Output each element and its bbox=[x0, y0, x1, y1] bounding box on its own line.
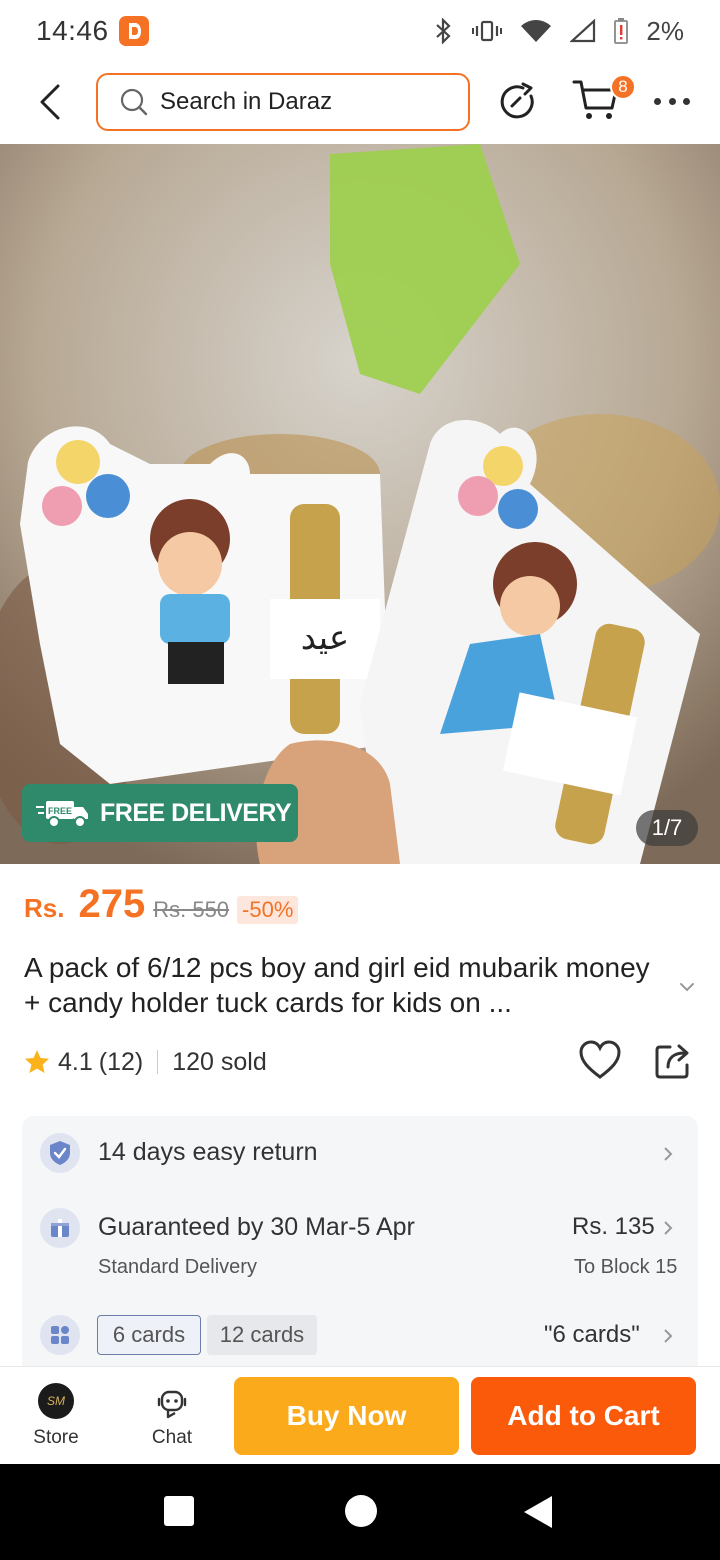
image-counter: 1/7 bbox=[636, 810, 698, 846]
home-button[interactable] bbox=[345, 1495, 377, 1527]
expand-title-button[interactable] bbox=[676, 976, 698, 998]
shield-icon bbox=[40, 1133, 80, 1173]
chevron-right-icon[interactable] bbox=[660, 1327, 676, 1345]
share-icon bbox=[655, 1044, 689, 1079]
chevron-left-icon bbox=[40, 84, 60, 120]
status-bar: 14:46 2% bbox=[0, 0, 720, 62]
buy-now-button[interactable]: Buy Now bbox=[234, 1377, 459, 1455]
history-button[interactable] bbox=[498, 82, 538, 122]
variant-option-12-cards[interactable]: 12 cards bbox=[207, 1315, 317, 1355]
product-image-carousel[interactable]: عيد FREE FREE DELIVERY 1/7 bbox=[0, 144, 720, 864]
variant-option-6-cards[interactable]: 6 cards bbox=[97, 1315, 201, 1355]
more-dot-icon bbox=[668, 97, 676, 105]
cart-badge: 8 bbox=[610, 74, 636, 100]
chevron-down-icon bbox=[680, 983, 694, 992]
discount-badge: -50% bbox=[237, 896, 299, 924]
original-price: Rs. 550 bbox=[153, 897, 230, 922]
battery-icon bbox=[614, 18, 629, 44]
free-delivery-badge: FREE FREE DELIVERY bbox=[22, 784, 298, 842]
product-title: A pack of 6/12 pcs boy and girl eid muba… bbox=[24, 952, 650, 1018]
chat-button[interactable]: Chat bbox=[132, 1375, 212, 1459]
signal-icon bbox=[570, 19, 596, 43]
rating-value: 4.1 bbox=[58, 1047, 93, 1076]
android-navigation-bar bbox=[0, 1464, 720, 1560]
daraz-app-icon bbox=[118, 16, 149, 46]
variants-grid-icon bbox=[40, 1315, 80, 1355]
delivery-price: Rs. 135 bbox=[572, 1213, 655, 1240]
delivery-box-icon bbox=[40, 1208, 80, 1248]
vibrate-icon bbox=[472, 20, 503, 42]
add-to-cart-button[interactable]: Add to Cart bbox=[471, 1377, 696, 1455]
delivery-type: Standard Delivery bbox=[98, 1256, 257, 1278]
delivery-location[interactable]: To Block 15 bbox=[574, 1256, 677, 1279]
chevron-right-icon[interactable] bbox=[660, 1145, 676, 1163]
svg-text:عيد: عيد bbox=[301, 618, 349, 658]
share-button[interactable] bbox=[654, 1042, 692, 1080]
more-dot-icon bbox=[683, 97, 690, 105]
star-icon bbox=[25, 1050, 49, 1073]
free-truck-label: FREE bbox=[48, 806, 72, 816]
recent-apps-button[interactable] bbox=[164, 1496, 194, 1526]
free-delivery-label: FREE DELIVERY bbox=[100, 798, 292, 827]
store-logo-text: SM bbox=[47, 1394, 65, 1408]
bottom-action-bar: SM Store Chat Buy Now Add to Cart bbox=[0, 1366, 720, 1464]
store-label: Store bbox=[33, 1427, 79, 1448]
return-policy-text[interactable]: 14 days easy return bbox=[98, 1138, 318, 1167]
divider bbox=[157, 1050, 159, 1074]
delivery-guarantee-text[interactable]: Guaranteed by 30 Mar-5 Apr bbox=[98, 1213, 415, 1242]
rating-count: (12) bbox=[98, 1047, 144, 1076]
more-options-button[interactable] bbox=[654, 86, 690, 116]
status-time: 14:46 bbox=[36, 15, 109, 46]
top-navigation: Search in Daraz 8 bbox=[0, 62, 720, 144]
chat-label: Chat bbox=[151, 1427, 193, 1448]
wifi-icon bbox=[521, 20, 552, 42]
price-row: Rs. 275 Rs. 550 -50% bbox=[24, 882, 299, 938]
search-icon bbox=[120, 88, 148, 116]
chat-icon bbox=[157, 1390, 187, 1419]
store-button[interactable]: SM Store bbox=[16, 1375, 96, 1459]
search-placeholder: Search in Daraz bbox=[160, 88, 333, 115]
wishlist-button[interactable] bbox=[578, 1040, 622, 1082]
back-button[interactable] bbox=[30, 80, 70, 124]
price-currency: Rs. bbox=[24, 893, 65, 923]
rating-row[interactable]: 4.1 (12) 120 sold bbox=[24, 1044, 267, 1080]
chevron-right-icon[interactable] bbox=[660, 1219, 676, 1237]
battery-percent: 2% bbox=[646, 15, 684, 46]
service-info-card: 14 days easy return Guaranteed by 30 Mar… bbox=[22, 1116, 698, 1376]
store-logo: SM bbox=[38, 1383, 74, 1419]
product-photo: عيد bbox=[0, 144, 720, 864]
search-input[interactable]: Search in Daraz bbox=[96, 73, 470, 131]
heart-icon bbox=[579, 1040, 621, 1079]
more-dot-icon bbox=[654, 97, 661, 105]
sold-count: 120 sold bbox=[172, 1047, 267, 1076]
bluetooth-icon bbox=[436, 18, 452, 44]
delivery-truck-icon: FREE bbox=[36, 801, 88, 828]
refresh-history-icon bbox=[500, 82, 534, 119]
back-triangle-icon[interactable] bbox=[522, 1494, 554, 1530]
price-value: 275 bbox=[78, 882, 146, 926]
selected-variant[interactable]: "6 cards" bbox=[544, 1321, 640, 1349]
